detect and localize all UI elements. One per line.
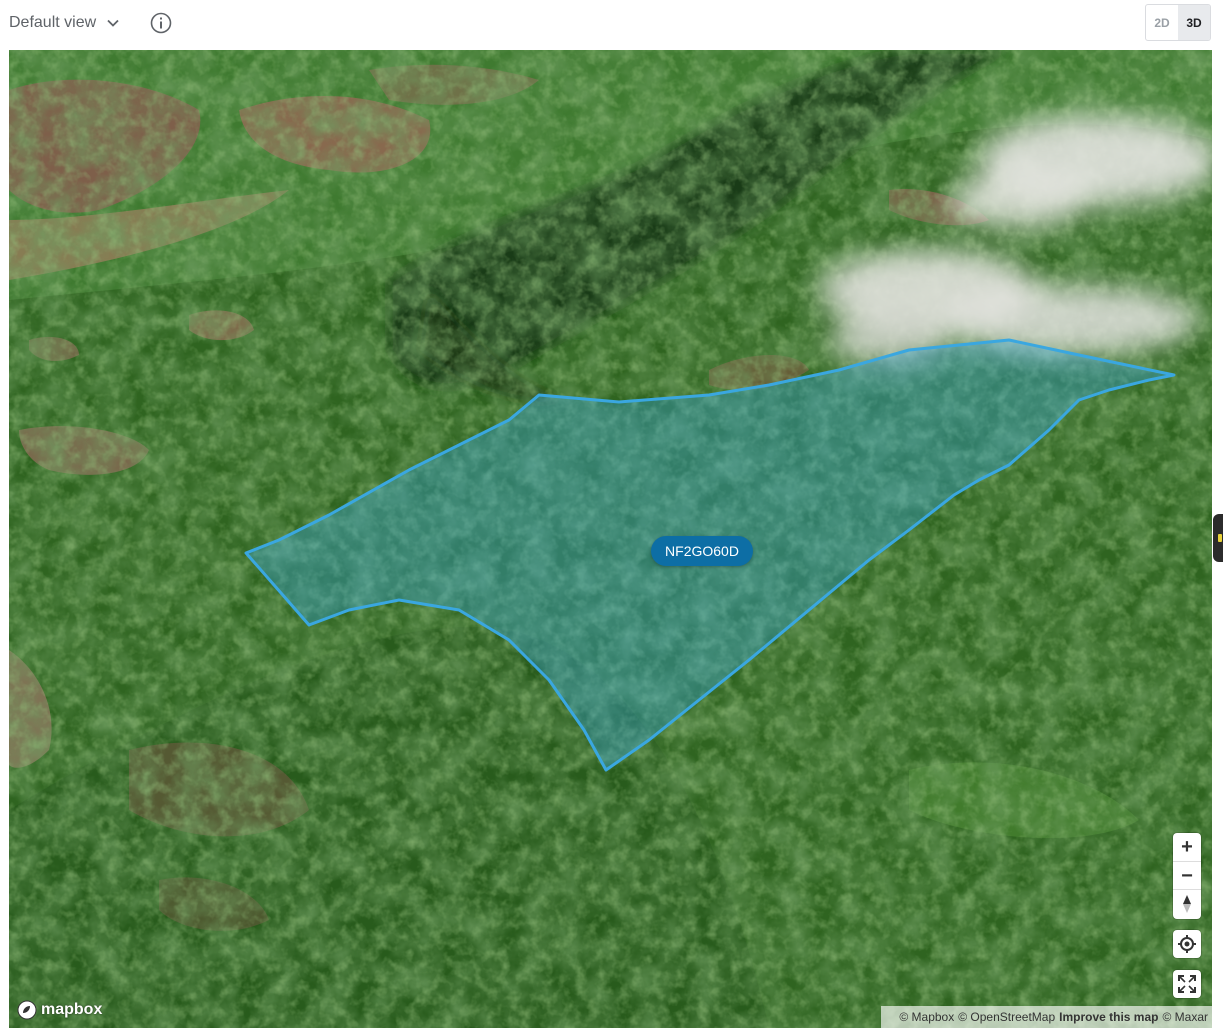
view-select-label: Default view [9,14,97,31]
parcel-label[interactable]: NF2GO60D [651,536,753,566]
zoom-out-button[interactable]: − [1173,861,1201,889]
view-select[interactable]: Default view [9,8,120,38]
compass-icon [1183,894,1191,913]
fullscreen-icon [1178,975,1196,993]
locate-icon [1178,935,1196,953]
mode-2d-button[interactable]: 2D [1146,5,1178,40]
map-toolbar: Default view 2D 3D [0,0,1223,48]
attribution-osm[interactable]: © OpenStreetMap [958,1010,1055,1024]
map-attribution: © Mapbox © OpenStreetMap Improve this ma… [881,1006,1212,1028]
attribution-mapbox[interactable]: © Mapbox [899,1010,954,1024]
mapbox-logo[interactable]: mapbox [17,1000,102,1020]
attribution-improve-link[interactable]: Improve this map [1059,1010,1158,1024]
satellite-terrain [9,50,1212,1028]
mode-3d-button[interactable]: 3D [1178,5,1210,40]
navigation-control: + − [1173,833,1201,919]
chevron-down-icon [107,19,119,27]
map-canvas[interactable]: NF2GO60D + − mapbox © Mapbox © OpenStree… [9,50,1212,1028]
compass-button[interactable] [1173,889,1201,917]
side-panel-handle[interactable] [1213,514,1223,562]
info-icon[interactable] [150,12,172,34]
attribution-maxar[interactable]: © Maxar [1162,1010,1208,1024]
fullscreen-button[interactable] [1173,970,1201,998]
view-mode-toggle: 2D 3D [1145,4,1211,41]
zoom-in-button[interactable]: + [1173,833,1201,861]
mapbox-logo-text: mapbox [41,1001,103,1018]
locate-button[interactable] [1173,930,1201,958]
mapbox-logo-icon [17,1000,37,1020]
